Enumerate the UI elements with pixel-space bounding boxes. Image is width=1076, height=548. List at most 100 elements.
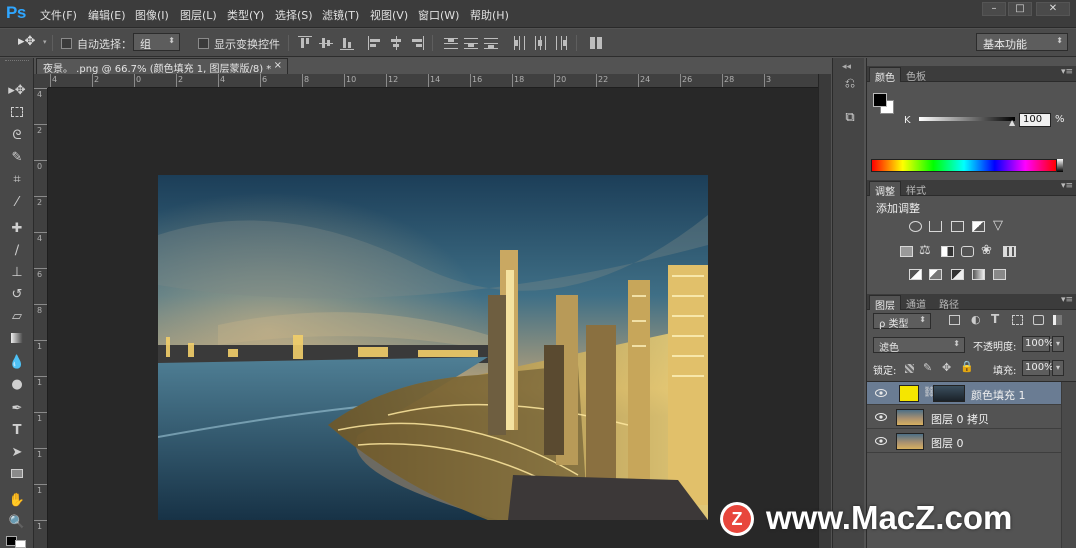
curves-icon[interactable] bbox=[951, 221, 964, 232]
lock-transparency-icon[interactable] bbox=[905, 364, 914, 373]
lasso-tool-icon[interactable]: ᘓ bbox=[7, 127, 27, 145]
layer-row[interactable]: 图层 0 bbox=[867, 430, 1061, 453]
menu-image[interactable]: 图像(I) bbox=[135, 7, 169, 23]
move-tool-icon[interactable]: ▸✥ bbox=[7, 82, 27, 100]
show-transform-checkbox[interactable] bbox=[198, 38, 209, 49]
lock-pixels-icon[interactable]: ✎ bbox=[923, 361, 932, 374]
document-tab[interactable]: 夜景。 .png @ 66.7% (颜色填充 1, 图层蒙版/8) * × bbox=[36, 58, 288, 74]
rectangle-tool-icon[interactable] bbox=[7, 466, 27, 484]
history-panel-icon[interactable]: ⎌ bbox=[842, 76, 858, 94]
filter-shape-icon[interactable] bbox=[1012, 315, 1023, 325]
photo-filter-icon[interactable] bbox=[961, 246, 974, 257]
align-hcenter-icon[interactable] bbox=[389, 36, 403, 50]
opacity-input[interactable]: 100% bbox=[1022, 336, 1054, 352]
minimize-icon[interactable]: – bbox=[982, 2, 1006, 16]
dodge-tool-icon[interactable]: ● bbox=[7, 376, 27, 394]
exposure-icon[interactable] bbox=[972, 221, 985, 232]
type-tool-icon[interactable]: T bbox=[7, 422, 27, 440]
close-icon[interactable]: ✕ bbox=[1036, 2, 1070, 16]
brightness-icon[interactable] bbox=[909, 221, 922, 232]
eye-icon[interactable] bbox=[875, 436, 887, 446]
distribute-right-icon[interactable] bbox=[554, 36, 568, 50]
eye-icon[interactable] bbox=[875, 412, 887, 422]
spectrum-bar[interactable] bbox=[871, 159, 1057, 172]
menu-help[interactable]: 帮助(H) bbox=[470, 7, 509, 23]
vibrance-icon[interactable]: ▽ bbox=[993, 218, 1003, 233]
layer-row[interactable]: 图层 0 拷贝 bbox=[867, 406, 1061, 429]
panel-grip[interactable] bbox=[5, 60, 29, 64]
horizontal-ruler[interactable]: 4 2 0 2 4 6 8 10 12 14 16 18 20 22 24 26 28 3 bbox=[48, 74, 818, 88]
spectrum-bw-bar[interactable] bbox=[1057, 159, 1063, 172]
blend-mode-dropdown[interactable]: 滤色 ⬍ bbox=[873, 337, 965, 354]
tab-paths[interactable]: 路径 bbox=[934, 295, 964, 311]
filter-smart-object-icon[interactable] bbox=[1033, 315, 1044, 325]
menu-filter[interactable]: 滤镜(T) bbox=[322, 7, 359, 23]
layer-filter-dropdown[interactable]: ρ 类型 ⬍ bbox=[873, 313, 931, 330]
eyedropper-tool-icon[interactable]: ⁄ bbox=[7, 194, 27, 212]
marquee-tool-icon[interactable] bbox=[7, 105, 27, 123]
stamp-tool-icon[interactable]: ⊥ bbox=[7, 264, 27, 282]
hue-saturation-icon[interactable] bbox=[900, 246, 913, 257]
fill-input[interactable]: 100% bbox=[1022, 360, 1054, 376]
menu-layer[interactable]: 图层(L) bbox=[180, 7, 217, 23]
quick-select-tool-icon[interactable]: ✎ bbox=[7, 149, 27, 167]
maximize-icon[interactable]: □ bbox=[1008, 2, 1032, 16]
path-select-tool-icon[interactable]: ➤ bbox=[7, 444, 27, 462]
lock-all-icon[interactable]: 🔒 bbox=[960, 360, 974, 373]
panel-menu-icon[interactable]: ▾≡ bbox=[1061, 181, 1073, 191]
hand-tool-icon[interactable]: ✋ bbox=[7, 492, 27, 510]
color-balance-icon[interactable]: ⚖ bbox=[919, 243, 931, 258]
history-brush-tool-icon[interactable]: ↺ bbox=[7, 286, 27, 304]
layer-name[interactable]: 图层 0 bbox=[931, 435, 964, 451]
foreground-color-swatch[interactable] bbox=[873, 93, 887, 107]
layer-row[interactable]: ⛓ 颜色填充 1 bbox=[867, 382, 1061, 405]
distribute-top-icon[interactable] bbox=[444, 36, 458, 50]
tab-color[interactable]: 颜色 bbox=[869, 67, 901, 84]
fill-slider-icon[interactable]: ▾ bbox=[1052, 360, 1064, 376]
invert-icon[interactable] bbox=[909, 269, 922, 280]
menu-type[interactable]: 类型(Y) bbox=[227, 7, 264, 23]
align-vcenter-icon[interactable] bbox=[319, 36, 333, 50]
layer-mask-thumbnail[interactable] bbox=[933, 385, 965, 402]
filter-pixel-icon[interactable] bbox=[949, 315, 960, 325]
canvas-image[interactable] bbox=[158, 175, 708, 520]
zoom-tool-icon[interactable]: 🔍 bbox=[7, 514, 27, 532]
threshold-icon[interactable] bbox=[951, 269, 964, 280]
menu-file[interactable]: 文件(F) bbox=[40, 7, 77, 23]
eye-icon[interactable] bbox=[875, 388, 887, 398]
filter-toggle-icon[interactable] bbox=[1053, 315, 1062, 325]
tab-adjustments[interactable]: 调整 bbox=[869, 181, 901, 198]
align-bottom-icon[interactable] bbox=[340, 36, 354, 50]
auto-select-checkbox[interactable] bbox=[61, 38, 72, 49]
pen-tool-icon[interactable]: ✒ bbox=[7, 400, 27, 418]
menu-window[interactable]: 窗口(W) bbox=[418, 7, 459, 23]
menu-view[interactable]: 视图(V) bbox=[370, 7, 408, 23]
collapse-arrows-icon[interactable]: ◂◂ bbox=[842, 62, 851, 72]
menu-edit[interactable]: 编辑(E) bbox=[88, 7, 126, 23]
fill-color-thumbnail[interactable] bbox=[899, 385, 919, 402]
align-top-icon[interactable] bbox=[298, 36, 312, 50]
blur-tool-icon[interactable]: 💧 bbox=[7, 354, 27, 372]
vertical-scrollbar[interactable] bbox=[818, 74, 831, 548]
healing-brush-tool-icon[interactable]: ✚ bbox=[7, 220, 27, 238]
slider-handle-icon[interactable]: ▲ bbox=[1009, 118, 1015, 127]
properties-panel-icon[interactable]: ⧉ bbox=[842, 110, 858, 128]
selective-color-icon[interactable] bbox=[993, 269, 1006, 280]
distribute-left-icon[interactable] bbox=[512, 36, 526, 50]
tab-swatches[interactable]: 色板 bbox=[901, 67, 931, 83]
menu-select[interactable]: 选择(S) bbox=[275, 7, 313, 23]
opacity-slider-icon[interactable]: ▾ bbox=[1052, 336, 1064, 352]
posterize-icon[interactable] bbox=[929, 269, 942, 280]
k-value-input[interactable]: 100 bbox=[1019, 113, 1051, 127]
align-left-icon[interactable] bbox=[368, 36, 382, 50]
lock-position-icon[interactable]: ✥ bbox=[942, 361, 951, 374]
layer-thumbnail[interactable] bbox=[896, 433, 924, 450]
black-white-icon[interactable] bbox=[941, 246, 954, 257]
layer-name[interactable]: 颜色填充 1 bbox=[971, 387, 1026, 403]
vertical-ruler[interactable]: 4 2 0 2 4 6 8 1 1 1 1 1 1 bbox=[34, 88, 48, 548]
close-icon[interactable]: × bbox=[274, 60, 282, 71]
gradient-map-icon[interactable] bbox=[972, 269, 985, 280]
auto-select-dropdown[interactable]: 组 ⬍ bbox=[133, 33, 180, 51]
tab-styles[interactable]: 样式 bbox=[901, 181, 931, 197]
distribute-vcenter-icon[interactable] bbox=[464, 36, 478, 50]
